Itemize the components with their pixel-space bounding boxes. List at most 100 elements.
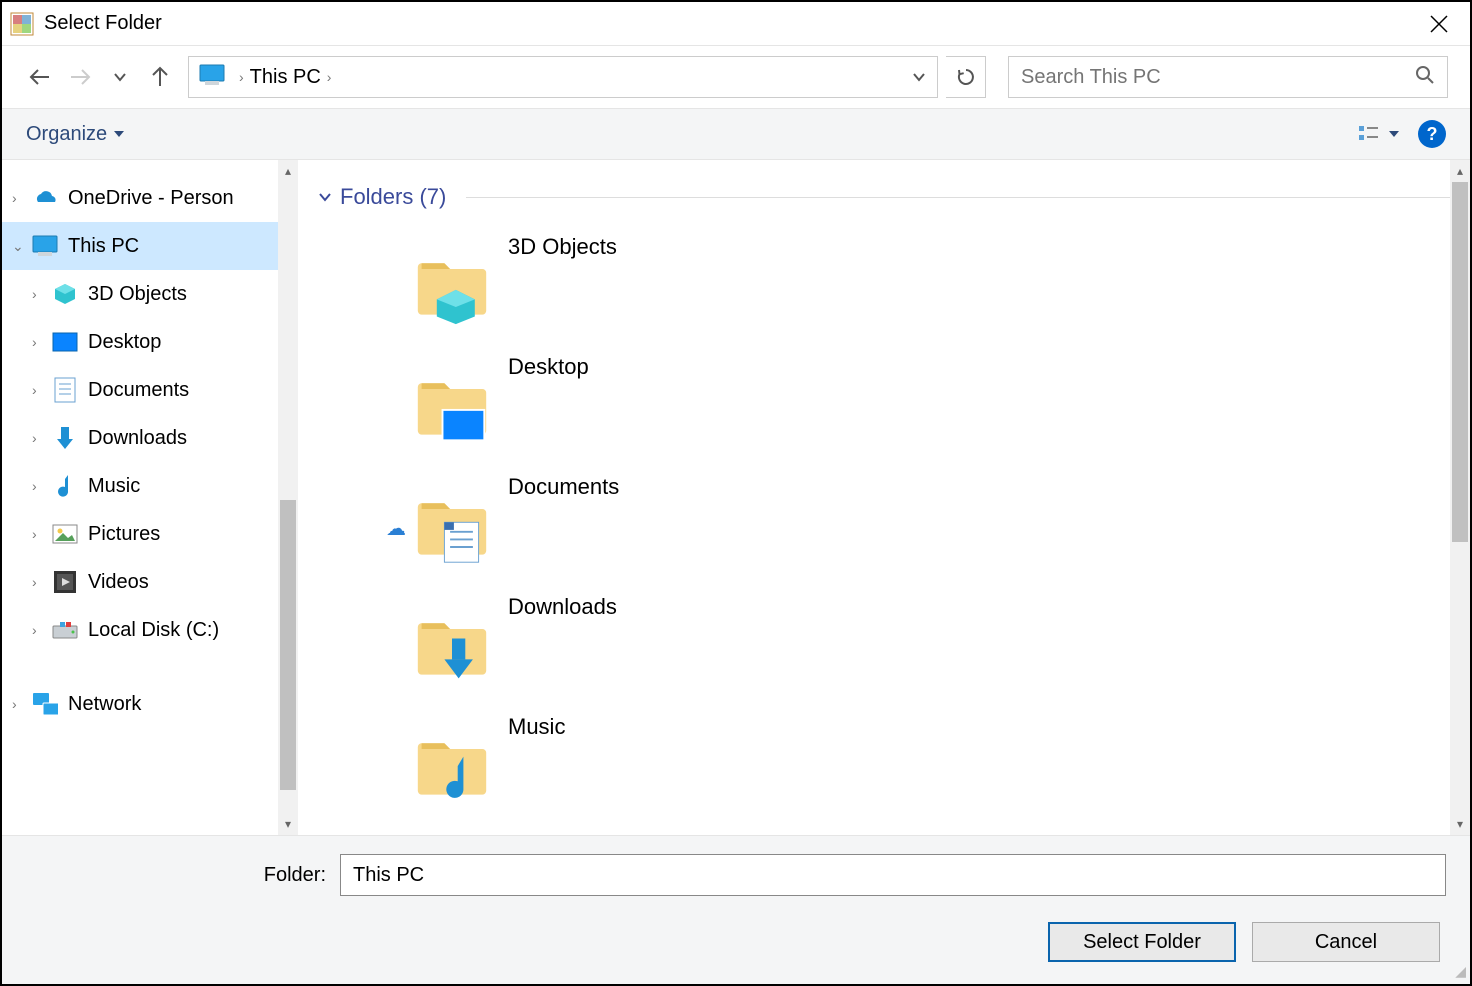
folder-item-label: Documents [508,474,619,500]
search-box[interactable] [1008,56,1448,98]
address-dropdown[interactable] [901,57,937,97]
chevron-right-icon[interactable]: › [32,478,52,494]
folder-item-3d-objects[interactable]: 3D Objects [318,228,1450,348]
scroll-down-icon[interactable]: ▾ [1450,813,1470,835]
breadcrumb-location[interactable]: This PC [250,66,321,89]
content-pane: Folders (7) 3D Objects Desktop ☁ Documents D… [298,160,1470,835]
tree-item-downloads[interactable]: › Downloads [2,414,298,462]
tree-item-documents[interactable]: ›Documents [2,366,298,414]
section-label: Folders (7) [340,184,446,210]
organize-label: Organize [26,123,107,146]
tree-item-desktop[interactable]: ›Desktop [2,318,298,366]
documents-icon [52,377,78,403]
tree-item-onedrive-person[interactable]: ›OneDrive - Person [2,174,298,222]
tree-item-3d-objects[interactable]: ›3D Objects [2,270,298,318]
titlebar: Select Folder [2,2,1470,46]
forward-button[interactable] [64,61,96,93]
tree-item-label: Local Disk (C:) [88,619,219,642]
chevron-right-icon[interactable]: › [12,696,32,712]
scroll-up-icon[interactable]: ▴ [1450,160,1470,182]
tree-item-label: Music [88,475,140,498]
chevron-right-icon[interactable]: › [32,574,52,590]
caret-down-icon [113,128,125,140]
folder-item-music[interactable]: Music [318,708,1450,828]
breadcrumb-separator[interactable]: › [321,69,338,85]
tree-item-label: Downloads [88,427,187,450]
thispc-icon [32,233,58,259]
folder-item-label: Downloads [508,594,617,620]
disk-icon [52,617,78,643]
resize-grip-icon[interactable]: ◢ [1455,963,1466,980]
documents-folder-icon [414,490,490,566]
arrow-right-icon [67,64,93,90]
refresh-button[interactable] [946,56,986,98]
chevron-right-icon[interactable]: › [32,526,52,542]
tree-item-this-pc[interactable]: ⌄ This PC [2,222,298,270]
content-scrollbar[interactable]: ▴ ▾ [1450,160,1470,835]
arrow-up-icon [147,64,173,90]
pictures-icon [52,521,78,547]
chevron-right-icon[interactable]: › [32,286,52,302]
cancel-button[interactable]: Cancel [1252,922,1440,962]
cloud-status-icon: ☁ [378,516,414,541]
chevron-right-icon[interactable]: › [12,190,32,206]
body: ›OneDrive - Person⌄This PC›3D Objects›De… [2,160,1470,835]
tree-item-pictures[interactable]: › Pictures [2,510,298,558]
chevron-right-icon[interactable]: › [32,622,52,638]
tree-item-local-disk-c-[interactable]: › Local Disk (C:) [2,606,298,654]
tree-item-label: This PC [68,235,139,258]
help-button[interactable]: ? [1418,120,1446,148]
chevron-right-icon[interactable]: › [32,334,52,350]
caret-down-icon [1388,128,1400,140]
scroll-thumb[interactable] [1452,182,1468,542]
close-button[interactable] [1416,9,1462,39]
chevron-down-icon[interactable]: ⌄ [12,238,32,255]
organize-menu[interactable]: Organize [26,123,125,146]
tree-item-network[interactable]: › Network [2,680,298,728]
command-bar: Organize ? [2,108,1470,160]
tree-item-label: Videos [88,571,149,594]
scroll-thumb[interactable] [280,500,296,790]
videos-icon [52,569,78,595]
tree-item-label: Pictures [88,523,160,546]
folder-field-label: Folder: [26,864,326,887]
downloads-icon [52,425,78,451]
chevron-right-icon[interactable]: › [32,382,52,398]
3d-folder-icon [414,250,490,326]
chevron-down-icon [318,190,332,204]
navigation-tree: ›OneDrive - Person ⌄ This PC ›3D Objects›De… [2,160,298,835]
folder-item-documents[interactable]: ☁ Documents [318,468,1450,588]
refresh-icon [956,67,976,87]
address-bar[interactable]: › This PC › [188,56,938,98]
chevron-down-icon [113,70,127,84]
tree-item-music[interactable]: › Music [2,462,298,510]
tree-scrollbar[interactable]: ▴ ▾ [278,160,298,835]
help-icon: ? [1427,124,1438,145]
recent-dropdown[interactable] [104,61,136,93]
3d-icon [52,281,78,307]
back-button[interactable] [24,61,56,93]
scroll-up-icon[interactable]: ▴ [278,160,298,182]
thispc-icon [199,64,225,91]
scroll-down-icon[interactable]: ▾ [278,813,298,835]
view-options-button[interactable] [1358,124,1400,144]
search-input[interactable] [1021,66,1415,89]
breadcrumb-separator[interactable]: › [233,69,250,85]
desktop-icon [52,329,78,355]
folder-name-input[interactable] [340,854,1446,896]
chevron-right-icon[interactable]: › [32,430,52,446]
up-button[interactable] [144,61,176,93]
folder-item-label: Desktop [508,354,589,380]
tree-item-label: Network [68,693,141,716]
tree-item-videos[interactable]: › Videos [2,558,298,606]
onedrive-icon [32,185,58,211]
navigation-row: › This PC › [2,46,1470,108]
chevron-down-icon [912,70,926,84]
app-icon [10,12,34,36]
select-folder-button[interactable]: Select Folder [1048,922,1236,962]
folders-section-header[interactable]: Folders (7) [318,184,1450,210]
close-icon [1430,15,1448,33]
desktop-folder-icon [414,370,490,446]
folder-item-desktop[interactable]: Desktop [318,348,1450,468]
folder-item-downloads[interactable]: Downloads [318,588,1450,708]
